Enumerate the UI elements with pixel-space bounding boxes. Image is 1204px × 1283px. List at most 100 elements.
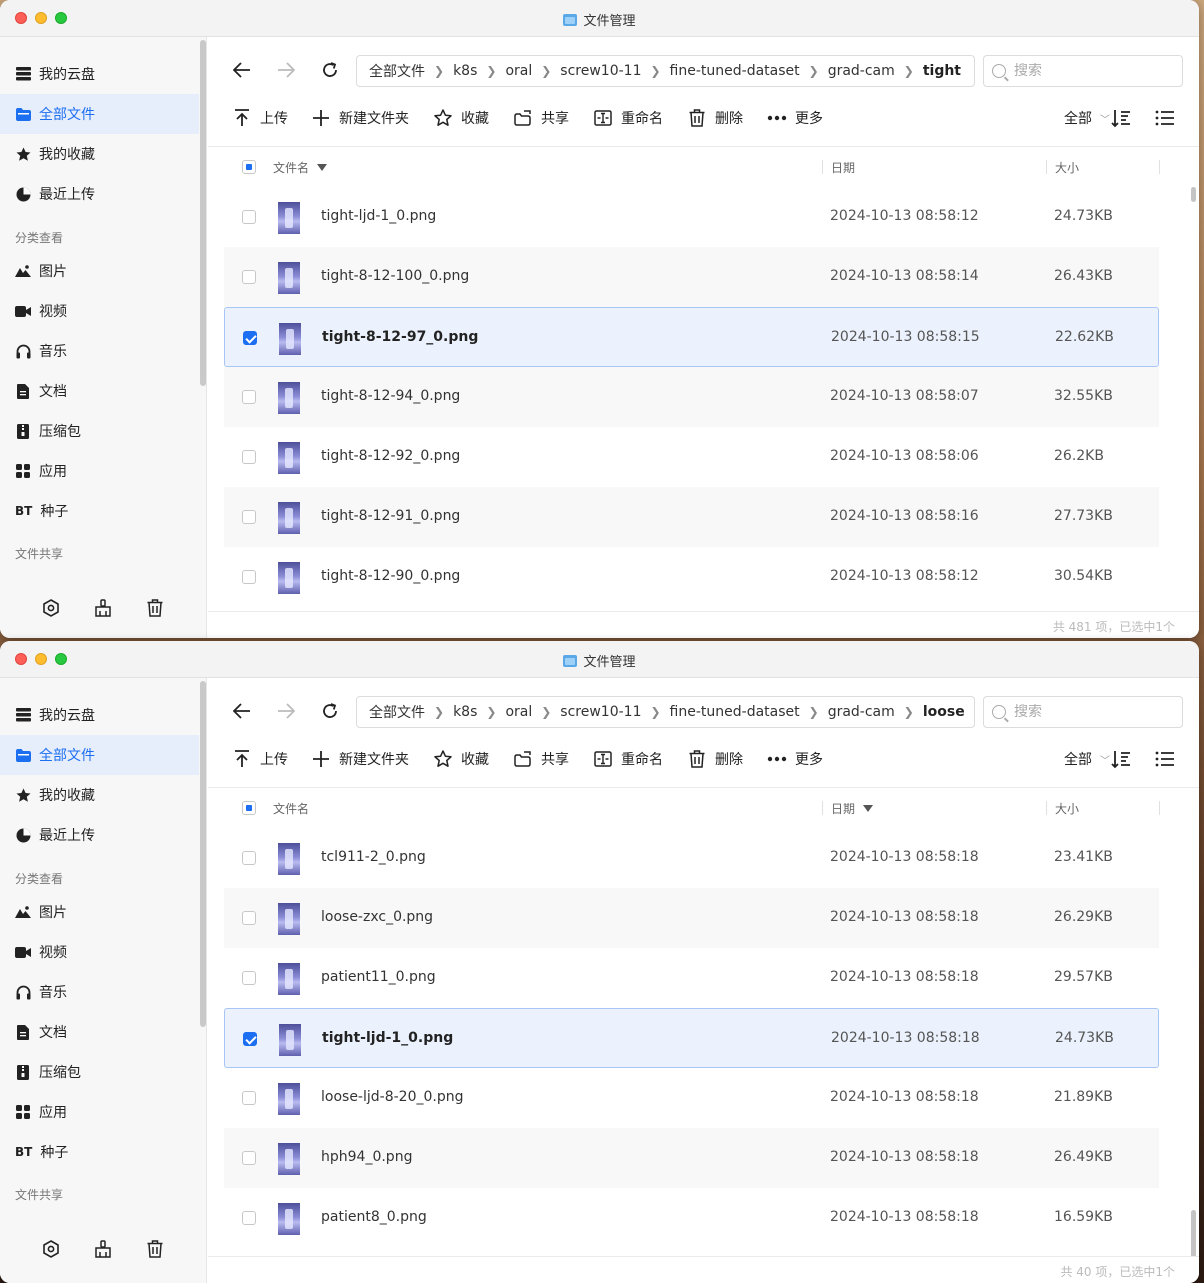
sidebar-item-documents[interactable]: 文档 [0,371,199,411]
breadcrumb-item[interactable]: grad-cam [828,63,895,79]
row-checkbox[interactable] [242,450,256,464]
sidebar-item-music[interactable]: 音乐 [0,331,199,371]
column-name-header[interactable]: 文件名 [273,800,309,817]
file-list-scrollbar[interactable] [1191,1210,1196,1260]
row-checkbox[interactable] [242,1091,256,1105]
sidebar-item-apps[interactable]: 应用 [0,451,199,491]
file-name[interactable]: tight-8-12-92_0.png [321,448,460,464]
breadcrumb-item[interactable]: k8s [453,63,477,79]
favorite-button[interactable]: 收藏 [433,746,489,772]
sidebar-item-videos[interactable]: 视频 [0,291,199,331]
settings-icon[interactable] [41,598,61,618]
row-checkbox[interactable] [242,570,256,584]
column-divider[interactable] [822,160,823,174]
file-row[interactable]: hph94_0.png 2024-10-13 08:58:18 26.49KB [224,1128,1159,1188]
breadcrumb-item[interactable]: screw10-11 [560,704,641,720]
filter-select[interactable]: 全部 ﹀ [1064,108,1110,128]
file-name[interactable]: tight-8-12-94_0.png [321,388,460,404]
forward-button[interactable] [273,57,299,83]
sidebar-item-recent-uploads[interactable]: 最近上传 [0,174,199,214]
rename-button[interactable]: 重命名 [593,746,663,772]
back-button[interactable] [229,698,255,724]
file-row[interactable]: loose-ljd-8-20_0.png 2024-10-13 08:58:18 2… [224,1068,1159,1128]
favorite-button[interactable]: 收藏 [433,105,489,131]
column-date-header[interactable]: 日期 [831,800,874,817]
file-name[interactable]: loose-zxc_0.png [321,909,433,925]
upload-button[interactable]: 上传 [232,746,288,772]
search-input[interactable] [1014,704,1164,720]
column-divider[interactable] [1159,801,1160,815]
delete-button[interactable]: 删除 [687,746,743,772]
sort-icon[interactable] [1110,107,1132,129]
sidebar-item-my-drive[interactable]: 我的云盘 [0,695,199,735]
sidebar-item-torrents[interactable]: BT 种子 [0,491,199,531]
trash-icon[interactable] [145,1239,165,1259]
file-name[interactable]: tight-8-12-100_0.png [321,268,469,284]
file-row[interactable]: tight-8-12-97_0.png 2024-10-13 08:58:15 22… [224,307,1159,367]
row-checkbox[interactable] [243,1032,257,1046]
sidebar-item-favorites[interactable]: 我的收藏 [0,134,199,174]
file-row[interactable]: tight-8-12-94_0.png 2024-10-13 08:58:07 32… [224,367,1159,427]
file-list-scrollbar[interactable] [1191,187,1196,202]
file-name[interactable]: tight-8-12-97_0.png [322,329,478,345]
rename-button[interactable]: 重命名 [593,105,663,131]
file-row[interactable]: loose-zxc_0.png 2024-10-13 08:58:18 26.29K… [224,888,1159,948]
more-button[interactable]: 更多 [767,746,823,772]
share-button[interactable]: 共享 [513,746,569,772]
more-button[interactable]: 更多 [767,105,823,131]
select-all-checkbox[interactable] [242,801,256,815]
sidebar-item-all-files[interactable]: 全部文件 [0,94,199,134]
breadcrumb-item[interactable]: fine-tuned-dataset [670,704,800,720]
file-row[interactable]: tcl911-2_0.png 2024-10-13 08:58:18 23.41KB [224,828,1159,888]
breadcrumb-item[interactable]: fine-tuned-dataset [670,63,800,79]
file-name[interactable]: tight-ljd-1_0.png [321,208,436,224]
file-row[interactable]: tight-ljd-1_0.png 2024-10-13 08:58:18 24.7… [224,1008,1159,1068]
sidebar-item-recent-uploads[interactable]: 最近上传 [0,815,199,855]
new-folder-button[interactable]: 新建文件夹 [311,105,409,131]
breadcrumb-item[interactable]: 全部文件 [369,61,425,81]
column-divider[interactable] [1159,160,1160,174]
file-name[interactable]: tight-8-12-91_0.png [321,508,460,524]
breadcrumb-item[interactable]: oral [505,63,532,79]
file-row[interactable]: tight-8-12-91_0.png 2024-10-13 08:58:16 27… [224,487,1159,547]
sort-icon[interactable] [1110,748,1132,770]
row-checkbox[interactable] [242,1151,256,1165]
sidebar-item-documents[interactable]: 文档 [0,1012,199,1052]
row-checkbox[interactable] [242,851,256,865]
sidebar-scrollbar[interactable] [200,681,206,1027]
sidebar-item-images[interactable]: 图片 [0,251,199,291]
file-name[interactable]: tight-ljd-1_0.png [322,1030,453,1046]
sidebar-item-favorites[interactable]: 我的收藏 [0,775,199,815]
row-checkbox[interactable] [242,1211,256,1225]
file-row[interactable]: tight-ljd-1_0.png 2024-10-13 08:58:12 24.7… [224,187,1159,247]
row-checkbox[interactable] [242,390,256,404]
sidebar-item-archives[interactable]: 压缩包 [0,1052,199,1092]
clean-brush-icon[interactable] [93,1239,113,1259]
breadcrumb-item[interactable]: grad-cam [828,704,895,720]
upload-button[interactable]: 上传 [232,105,288,131]
refresh-button[interactable] [317,698,343,724]
trash-icon[interactable] [145,598,165,618]
sidebar-item-archives[interactable]: 压缩包 [0,411,199,451]
clean-brush-icon[interactable] [93,598,113,618]
file-name[interactable]: loose-ljd-8-20_0.png [321,1089,463,1105]
column-size-header[interactable]: 大小 [1055,800,1079,817]
sidebar-item-apps[interactable]: 应用 [0,1092,199,1132]
column-divider[interactable] [1046,160,1047,174]
forward-button[interactable] [273,698,299,724]
breadcrumb-item[interactable]: 全部文件 [369,702,425,722]
delete-button[interactable]: 删除 [687,105,743,131]
sidebar-scrollbar[interactable] [200,40,206,386]
column-name-header[interactable]: 文件名 [273,159,328,176]
sidebar-item-videos[interactable]: 视频 [0,932,199,972]
filter-select[interactable]: 全部 ﹀ [1064,749,1110,769]
file-row[interactable]: tight-8-12-90_0.png 2024-10-13 08:58:12 30… [224,547,1159,607]
column-size-header[interactable]: 大小 [1055,159,1079,176]
sidebar-item-music[interactable]: 音乐 [0,972,199,1012]
column-divider[interactable] [1046,801,1047,815]
column-date-header[interactable]: 日期 [831,159,855,176]
file-row[interactable]: patient8_0.png 2024-10-13 08:58:18 16.59KB [224,1188,1159,1248]
row-checkbox[interactable] [242,971,256,985]
refresh-button[interactable] [317,57,343,83]
list-view-icon[interactable] [1154,107,1176,129]
